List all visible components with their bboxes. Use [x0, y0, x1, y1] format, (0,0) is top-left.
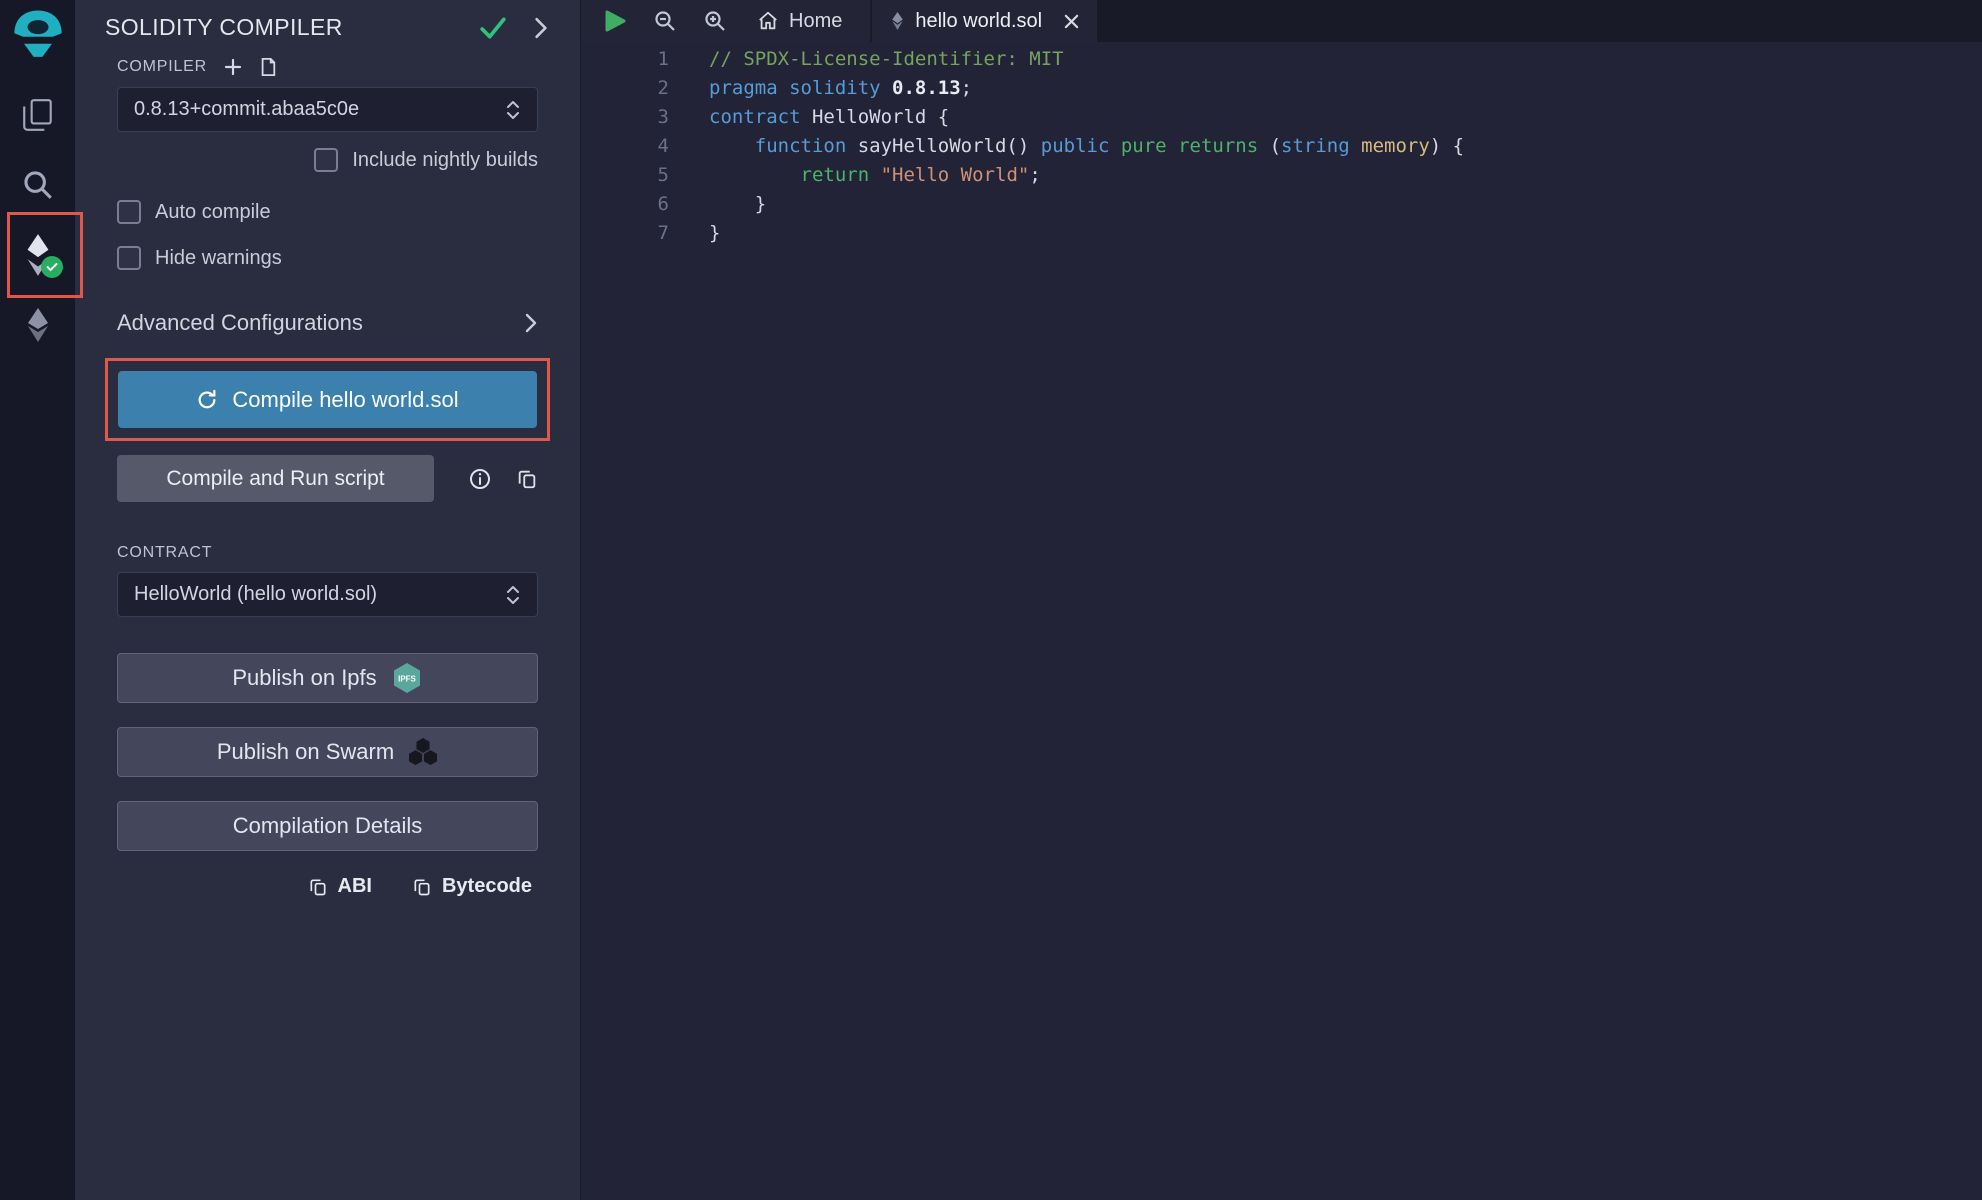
editor-area: Home hello world.sol 1// SPDX-License-Id… [580, 0, 1982, 1200]
tab-label: hello world.sol [915, 10, 1042, 33]
copy-abi-button[interactable]: ABI [308, 875, 372, 898]
publish-swarm-button[interactable]: Publish on Swarm [117, 727, 538, 777]
swarm-icon [408, 738, 438, 766]
publish-ipfs-label: Publish on Ipfs [232, 665, 376, 691]
abi-label: ABI [338, 875, 372, 898]
hide-warnings-label: Hide warnings [155, 247, 282, 270]
code-lines: 1// SPDX-License-Identifier: MIT2pragma … [581, 45, 1982, 248]
code-line[interactable]: 4 function sayHelloWorld() public pure r… [581, 132, 1982, 161]
compiler-version-select[interactable]: 0.8.13+commit.abaa5c0e [117, 87, 538, 132]
code-editor[interactable]: 1// SPDX-License-Identifier: MIT2pragma … [581, 42, 1982, 1200]
nightly-label: Include nightly builds [352, 149, 538, 172]
advanced-configurations-toggle[interactable]: Advanced Configurations [117, 310, 538, 336]
compiler-section-label: COMPILER [117, 58, 207, 76]
add-compiler-icon[interactable] [223, 57, 243, 77]
tab-strip: Home hello world.sol [581, 0, 1982, 42]
compile-and-run-label: Compile and Run script [166, 467, 384, 491]
include-nightly-row: Include nightly builds [117, 148, 538, 172]
select-updown-icon [505, 584, 521, 606]
select-updown-icon [505, 99, 521, 121]
auto-compile-checkbox[interactable] [117, 200, 141, 224]
zoom-in-icon[interactable] [703, 9, 727, 33]
zoom-out-icon[interactable] [653, 9, 677, 33]
compile-button-label: Compile hello world.sol [232, 387, 458, 413]
ipfs-icon: IPFS [391, 662, 423, 694]
nightly-checkbox[interactable] [314, 148, 338, 172]
deploy-and-run-icon[interactable] [0, 290, 75, 360]
copy-icon[interactable] [516, 468, 538, 490]
hide-warnings-checkbox[interactable] [117, 246, 141, 270]
compiler-config-file-icon[interactable] [259, 57, 277, 77]
copy-bytecode-button[interactable]: Bytecode [412, 875, 532, 898]
annotation-rect-compile-button: Compile hello world.sol [105, 358, 550, 441]
remix-logo[interactable] [8, 6, 68, 64]
compiled-check-icon [480, 16, 506, 40]
auto-compile-row: Auto compile [117, 200, 538, 224]
auto-compile-label: Auto compile [155, 201, 271, 224]
code-line[interactable]: 2pragma solidity 0.8.13; [581, 74, 1982, 103]
search-icon[interactable] [0, 150, 75, 220]
panel-collapse-chevron-icon[interactable] [532, 17, 550, 39]
publish-ipfs-button[interactable]: Publish on Ipfs IPFS [117, 653, 538, 703]
code-line[interactable]: 7} [581, 219, 1982, 248]
bytecode-label: Bytecode [442, 875, 532, 898]
tab-home-label: Home [789, 10, 842, 33]
editor-toolbar: Home [581, 0, 870, 42]
file-explorer-icon[interactable] [0, 80, 75, 150]
compile-button[interactable]: Compile hello world.sol [118, 371, 537, 428]
contract-section-label: CONTRACT [117, 544, 538, 562]
tab-home[interactable]: Home [757, 10, 846, 33]
compile-and-run-button[interactable]: Compile and Run script [117, 455, 434, 502]
tab-hello-world-sol[interactable]: hello world.sol [872, 0, 1097, 42]
compiler-version-value: 0.8.13+commit.abaa5c0e [134, 98, 359, 121]
solidity-compiler-icon[interactable] [0, 220, 75, 290]
tab-strip-spacer [1097, 0, 1982, 42]
refresh-icon [196, 389, 218, 411]
publish-swarm-label: Publish on Swarm [217, 739, 394, 765]
compile-success-badge [41, 256, 63, 278]
compilation-details-button[interactable]: Compilation Details [117, 801, 538, 851]
run-script-play-icon[interactable] [603, 9, 627, 33]
advanced-configurations-label: Advanced Configurations [117, 310, 363, 336]
code-line[interactable]: 3contract HelloWorld { [581, 103, 1982, 132]
svg-text:IPFS: IPFS [398, 675, 416, 684]
tab-close-icon[interactable] [1064, 14, 1079, 29]
contract-select-value: HelloWorld (hello world.sol) [134, 583, 377, 606]
solidity-file-icon [890, 11, 905, 31]
code-line[interactable]: 6 } [581, 190, 1982, 219]
contract-select[interactable]: HelloWorld (hello world.sol) [117, 572, 538, 617]
compilation-details-label: Compilation Details [233, 813, 423, 839]
hide-warnings-row: Hide warnings [117, 246, 538, 270]
remix-ide-window: SOLIDITY COMPILER COMPILER 0.8.13+commit… [0, 0, 1982, 1200]
info-icon[interactable] [468, 467, 492, 491]
code-line[interactable]: 5 return "Hello World"; [581, 161, 1982, 190]
code-line[interactable]: 1// SPDX-License-Identifier: MIT [581, 45, 1982, 74]
solidity-compiler-panel: SOLIDITY COMPILER COMPILER 0.8.13+commit… [75, 0, 580, 1200]
activity-bar [0, 0, 75, 1200]
panel-title: SOLIDITY COMPILER [105, 14, 480, 41]
